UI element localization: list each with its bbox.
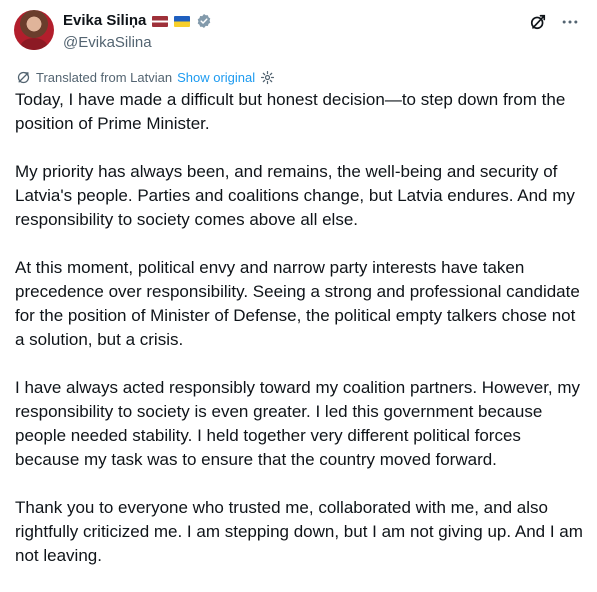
gear-icon[interactable] [260,70,275,85]
grok-icon[interactable] [528,12,548,32]
verified-badge-icon[interactable] [196,13,212,29]
tweet-paragraph: I have always acted responsibly toward m… [15,378,581,469]
tweet-paragraph: My priority has always been, and remains… [15,162,575,229]
avatar-figure [20,38,48,50]
author-display-name[interactable]: Evika Siliņa [63,11,146,31]
translation-notice: Translated from Latvian Show original [16,68,275,86]
latvia-flag-icon [152,15,169,27]
more-options-icon[interactable] [560,12,580,32]
translation-label: Translated from Latvian [36,69,173,85]
tweet-view: { "author": { "display_name": "Evika Sil… [0,0,597,576]
ukraine-flag-icon [174,15,191,27]
translate-icon [17,71,30,83]
tweet-paragraph: Today, I have made a difficult but hones… [15,90,566,133]
author-handle[interactable]: @EvikaSilina [63,33,152,53]
name-row: Evika Siliņa [63,11,212,31]
tweet-text: Today, I have made a difficult but hones… [15,88,585,592]
avatar[interactable] [14,10,54,50]
tweet-header: Evika Siliņa @EvikaSilina [14,10,584,56]
show-original-link[interactable]: Show original [177,70,255,85]
tweet-paragraph: At this moment, political envy and narro… [15,258,580,349]
tweet-paragraph: Thank you to everyone who trusted me, co… [15,498,583,565]
top-actions [528,12,580,32]
